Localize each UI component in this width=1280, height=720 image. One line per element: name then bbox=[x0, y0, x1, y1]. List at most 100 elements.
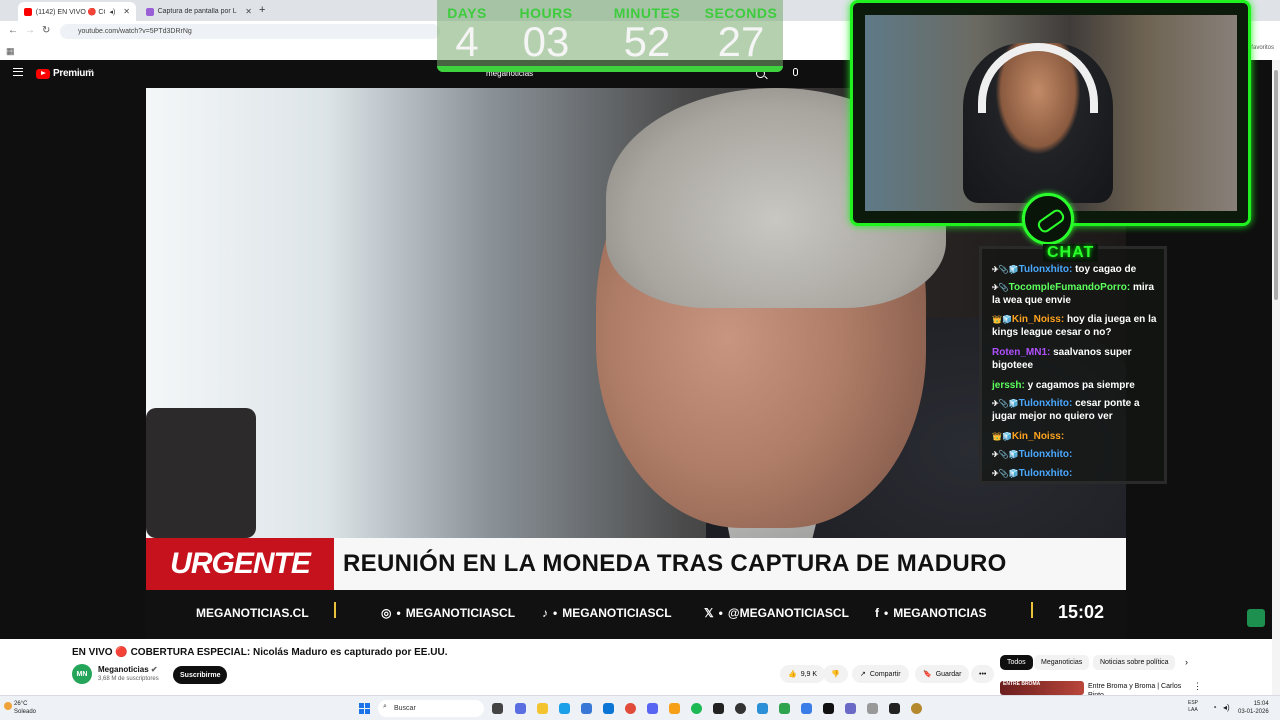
site-label: MEGANOTICIAS.CL bbox=[196, 606, 309, 620]
app-icon[interactable] bbox=[867, 703, 878, 714]
tab-lightshot[interactable]: Captura de pantalla por Lightsh ✕ bbox=[140, 2, 258, 21]
clock-time: 15:04 bbox=[1253, 701, 1269, 707]
chat-message: ✈📎🧊Tulonxhito: bbox=[992, 448, 1162, 461]
discord-icon[interactable] bbox=[647, 703, 658, 714]
seconds-value: 27 bbox=[717, 18, 765, 65]
app-icon[interactable] bbox=[823, 703, 834, 714]
urgent-badge: URGENTE bbox=[146, 538, 334, 590]
recommended-thumbnail[interactable]: ENTRE BROMA bbox=[1000, 681, 1084, 695]
chip-meganoticias[interactable]: Meganoticias bbox=[1034, 655, 1090, 670]
bullet: • bbox=[884, 606, 889, 620]
hamburger-menu-icon[interactable] bbox=[13, 68, 23, 76]
spotify-icon[interactable] bbox=[691, 703, 702, 714]
tiktok-text: MEGANOTICIASCL bbox=[562, 606, 672, 620]
chrome-icon[interactable] bbox=[625, 703, 636, 714]
more-icon: ••• bbox=[979, 670, 987, 678]
back-icon[interactable]: ← bbox=[8, 25, 18, 36]
background-chair bbox=[146, 408, 256, 538]
forward-icon[interactable]: → bbox=[25, 25, 35, 36]
windows-start-icon[interactable] bbox=[359, 703, 370, 714]
widgets-icon[interactable] bbox=[515, 703, 526, 714]
facebook-icon: f bbox=[875, 606, 879, 620]
mute-icon[interactable]: ◂) bbox=[109, 8, 115, 16]
app-icon[interactable] bbox=[889, 703, 900, 714]
weather-widget[interactable]: 26°C Soleado bbox=[14, 700, 36, 716]
chevron-right-icon[interactable]: › bbox=[1185, 657, 1188, 667]
more-actions-button[interactable]: ••• bbox=[971, 665, 995, 683]
system-clock[interactable]: 15:04 03-01-2026 bbox=[1238, 700, 1269, 716]
taskbar-search[interactable]: ⌕ Buscar bbox=[378, 700, 484, 717]
app-icon[interactable] bbox=[757, 703, 768, 714]
youtube-logo[interactable]: Premium bbox=[36, 68, 94, 79]
app-icon[interactable] bbox=[845, 703, 856, 714]
instagram-icon: ◎ bbox=[381, 606, 392, 620]
taskbar-search-label: Buscar bbox=[394, 705, 416, 712]
search-icon: ⌕ bbox=[383, 703, 387, 710]
mail-icon[interactable] bbox=[581, 703, 592, 714]
minutes-value: 52 bbox=[623, 18, 671, 65]
site-text: MEGANOTICIAS.CL bbox=[196, 606, 309, 620]
bullet: • bbox=[553, 606, 558, 620]
edge-icon[interactable] bbox=[559, 703, 570, 714]
youtube-favicon-icon bbox=[24, 7, 32, 16]
tab-youtube[interactable]: (1142) EN VIVO 🔴 COBERT ◂) ✕ bbox=[18, 2, 136, 21]
whatsapp-icon[interactable] bbox=[779, 703, 790, 714]
chip-politics[interactable]: Noticias sobre política bbox=[1093, 655, 1176, 670]
chat-message: ✈📎🧊Tulonxhito: bbox=[992, 467, 1162, 480]
file-explorer-icon[interactable] bbox=[537, 703, 548, 714]
apps-grid-icon[interactable]: ▦ bbox=[6, 46, 15, 57]
share-button[interactable]: ↗ Compartir bbox=[852, 665, 909, 683]
app-icon[interactable] bbox=[669, 703, 680, 714]
channel-avatar[interactable]: MN bbox=[72, 664, 92, 684]
url-text: youtube.com/watch?v=5PTd3DRrNg bbox=[78, 28, 192, 35]
crown-icon: 👑🧊 bbox=[992, 432, 1012, 441]
chat-message: 👑🧊Kin_Noiss: hoy dia juega en la kings l… bbox=[992, 313, 1162, 339]
volume-icon[interactable]: ◂) bbox=[1223, 703, 1230, 712]
weather-condition: Soleado bbox=[14, 709, 37, 715]
store-icon[interactable] bbox=[603, 703, 614, 714]
clock-date: 03-01-2026 bbox=[1238, 709, 1269, 715]
lower-third-socials-bar: MEGANOTICIAS.CL ◎ • MEGANOTICIASCL ♪ • MEGAN… bbox=[146, 590, 1126, 639]
streamer-logo-icon bbox=[1022, 193, 1074, 245]
chat-message: 👑🧊Kin_Noiss: bbox=[992, 430, 1162, 443]
terminal-icon[interactable] bbox=[713, 703, 724, 714]
app-icon[interactable] bbox=[911, 703, 922, 714]
subscribe-button[interactable]: Suscribirme bbox=[173, 666, 228, 684]
obs-icon[interactable] bbox=[735, 703, 746, 714]
url-field[interactable]: youtube.com/watch?v=5PTd3DRrNg bbox=[60, 24, 440, 39]
like-button[interactable]: 👍 9,9 K bbox=[780, 665, 826, 683]
x-text: @MEGANOTICIASCL bbox=[727, 606, 849, 620]
chat-message: ✈📎TocompleFumandoPorro: mira la wea que … bbox=[992, 281, 1162, 307]
close-tab-icon[interactable]: ✕ bbox=[123, 7, 130, 16]
facebook-label: f • MEGANOTICIAS bbox=[875, 606, 987, 620]
chat-user: Tulonxhito: bbox=[1018, 264, 1073, 275]
close-tab-icon[interactable]: ✕ bbox=[245, 7, 252, 16]
thumbs-up-icon: 👍 bbox=[788, 671, 797, 678]
kebab-menu-icon[interactable]: ⋮ bbox=[1193, 681, 1202, 692]
reload-icon[interactable]: ↻ bbox=[42, 25, 50, 36]
language-indicator[interactable]: ESP LAA bbox=[1188, 700, 1198, 714]
chat-user: Tulonxhito: bbox=[1018, 449, 1073, 460]
save-button[interactable]: 🔖 Guardar bbox=[915, 665, 970, 683]
tiktok-icon: ♪ bbox=[542, 606, 548, 620]
chat-message: ✈📎🧊Tulonxhito: toy cagao de bbox=[992, 263, 1162, 276]
countdown-days: DAYS 4 bbox=[442, 5, 492, 63]
chat-box: ✈📎🧊Tulonxhito: toy cagao de ✈📎TocompleFu… bbox=[979, 246, 1167, 484]
wifi-icon[interactable]: ◔ bbox=[1212, 703, 1217, 712]
dislike-button[interactable]: 👎 bbox=[823, 665, 848, 683]
channel-name[interactable]: Meganoticias ✔ bbox=[98, 665, 158, 674]
chat-text: toy cagao de bbox=[1075, 264, 1137, 275]
chat-user: jerssh: bbox=[992, 380, 1025, 391]
new-tab-icon[interactable]: + bbox=[259, 4, 265, 16]
microphone-icon[interactable] bbox=[793, 68, 798, 76]
chip-all[interactable]: Todos bbox=[1000, 655, 1033, 670]
hours-value: 03 bbox=[522, 18, 570, 65]
country-code: CL bbox=[88, 69, 95, 75]
days-value: 4 bbox=[455, 18, 479, 65]
task-view-icon[interactable] bbox=[492, 703, 503, 714]
youtube-play-icon bbox=[36, 68, 50, 79]
scrollbar-thumb[interactable] bbox=[1274, 70, 1278, 300]
facebook-text: MEGANOTICIAS bbox=[893, 606, 987, 620]
chat-text: y cagamos pa siempre bbox=[1027, 380, 1135, 391]
app-icon[interactable] bbox=[801, 703, 812, 714]
